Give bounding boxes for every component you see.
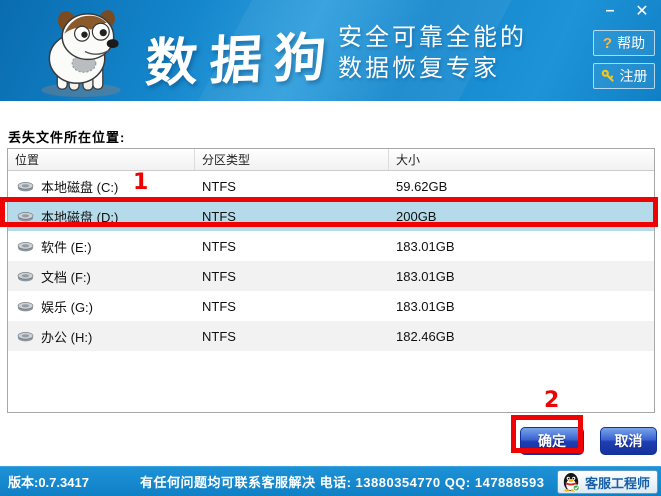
drive-size: 182.46GB <box>396 328 455 344</box>
support-contact-text: 有任何问题均可联系客服解决 电话: 13880354770 QQ: 147888… <box>140 475 545 490</box>
partition-type: NTFS <box>202 238 236 254</box>
disk-icon <box>17 332 34 342</box>
customer-service-button[interactable]: 客服工程师 <box>556 470 658 494</box>
disk-icon <box>17 302 34 312</box>
table-row[interactable]: 办公 (H:) NTFS 182.46GB <box>8 321 654 351</box>
drive-size: 183.01GB <box>396 298 455 314</box>
customer-service-label: 客服工程师 <box>584 475 650 491</box>
column-header-size[interactable]: 大小 <box>389 149 654 170</box>
qq-penguin-icon <box>563 473 580 492</box>
table-row[interactable]: 文档 (F:) NTFS 183.01GB <box>8 261 654 291</box>
app-logo-text: 数据狗 <box>143 28 340 94</box>
drive-size: 183.01GB <box>396 268 455 284</box>
disk-icon <box>17 272 34 282</box>
partition-type: NTFS <box>202 328 236 344</box>
drive-name-cell: 文档 (F:) <box>8 267 195 286</box>
partition-type: NTFS <box>202 178 236 194</box>
partition-type: NTFS <box>202 298 236 314</box>
tagline-line2: 数据恢复专家 <box>338 55 500 82</box>
question-icon: ? <box>602 34 613 52</box>
app-header: 数据狗 安全可靠全能的 数据恢复专家 – ✕ ? 帮助 注册 <box>0 0 661 101</box>
drive-name: 本地磁盘 (C:) <box>41 179 119 195</box>
disk-icon <box>17 212 34 222</box>
help-button-label: 帮助 <box>617 35 646 51</box>
app-tagline: 安全可靠全能的 数据恢复专家 <box>338 22 527 84</box>
section-label: 丢失文件所在位置: <box>8 130 126 145</box>
column-header-partition-type[interactable]: 分区类型 <box>195 149 389 170</box>
app-window: 数据狗 安全可靠全能的 数据恢复专家 – ✕ ? 帮助 注册 丢失文件所在位置: <box>0 0 661 496</box>
drive-name-cell: 本地磁盘 (D:) <box>8 207 195 226</box>
drive-name-cell: 办公 (H:) <box>8 327 195 346</box>
drive-name: 文档 (F:) <box>41 269 91 285</box>
table-row[interactable]: 软件 (E:) NTFS 183.01GB <box>8 231 654 261</box>
drive-size: 59.62GB <box>396 178 448 194</box>
table-row[interactable]: 娱乐 (G:) NTFS 183.01GB <box>8 291 654 321</box>
version-label: 版本:0.7.3417 <box>8 475 89 490</box>
drive-table-header: 位置 分区类型 大小 <box>8 149 654 171</box>
disk-icon <box>17 182 34 192</box>
tagline-line1: 安全可靠全能的 <box>338 24 527 51</box>
drive-size: 200GB <box>396 208 437 224</box>
drive-table-body: 本地磁盘 (C:) NTFS 59.62GB 本地磁盘 (D:) NTFS 20… <box>8 171 654 351</box>
drive-table: 位置 分区类型 大小 本地磁盘 (C:) NTFS 59.62GB 本地磁盘 (… <box>7 148 655 413</box>
key-icon <box>601 69 614 82</box>
disk-icon <box>17 242 34 252</box>
ok-button[interactable]: 确定 <box>520 427 584 455</box>
register-button[interactable]: 注册 <box>593 63 655 89</box>
drive-size: 183.01GB <box>396 238 455 254</box>
close-button[interactable]: ✕ <box>631 0 653 22</box>
partition-type: NTFS <box>202 208 236 224</box>
drive-name-cell: 本地磁盘 (C:) <box>8 177 195 196</box>
table-row[interactable]: 本地磁盘 (D:) NTFS 200GB <box>8 201 654 231</box>
partition-type: NTFS <box>202 268 236 284</box>
window-controls: – ✕ <box>599 0 653 22</box>
cancel-button[interactable]: 取消 <box>600 427 657 455</box>
drive-name-cell: 软件 (E:) <box>8 237 195 256</box>
drive-name: 办公 (H:) <box>41 329 93 345</box>
column-header-location[interactable]: 位置 <box>8 149 195 170</box>
dog-mascot-icon <box>41 10 121 98</box>
drive-name: 软件 (E:) <box>41 239 92 255</box>
drive-name: 本地磁盘 (D:) <box>41 209 119 225</box>
help-button[interactable]: ? 帮助 <box>593 30 655 56</box>
table-row[interactable]: 本地磁盘 (C:) NTFS 59.62GB <box>8 171 654 201</box>
drive-name-cell: 娱乐 (G:) <box>8 297 195 316</box>
minimize-button[interactable]: – <box>599 0 621 22</box>
status-bar: 版本:0.7.3417 有任何问题均可联系客服解决 电话: 1388035477… <box>0 466 661 496</box>
register-button-label: 注册 <box>619 68 648 84</box>
drive-name: 娱乐 (G:) <box>41 299 93 315</box>
